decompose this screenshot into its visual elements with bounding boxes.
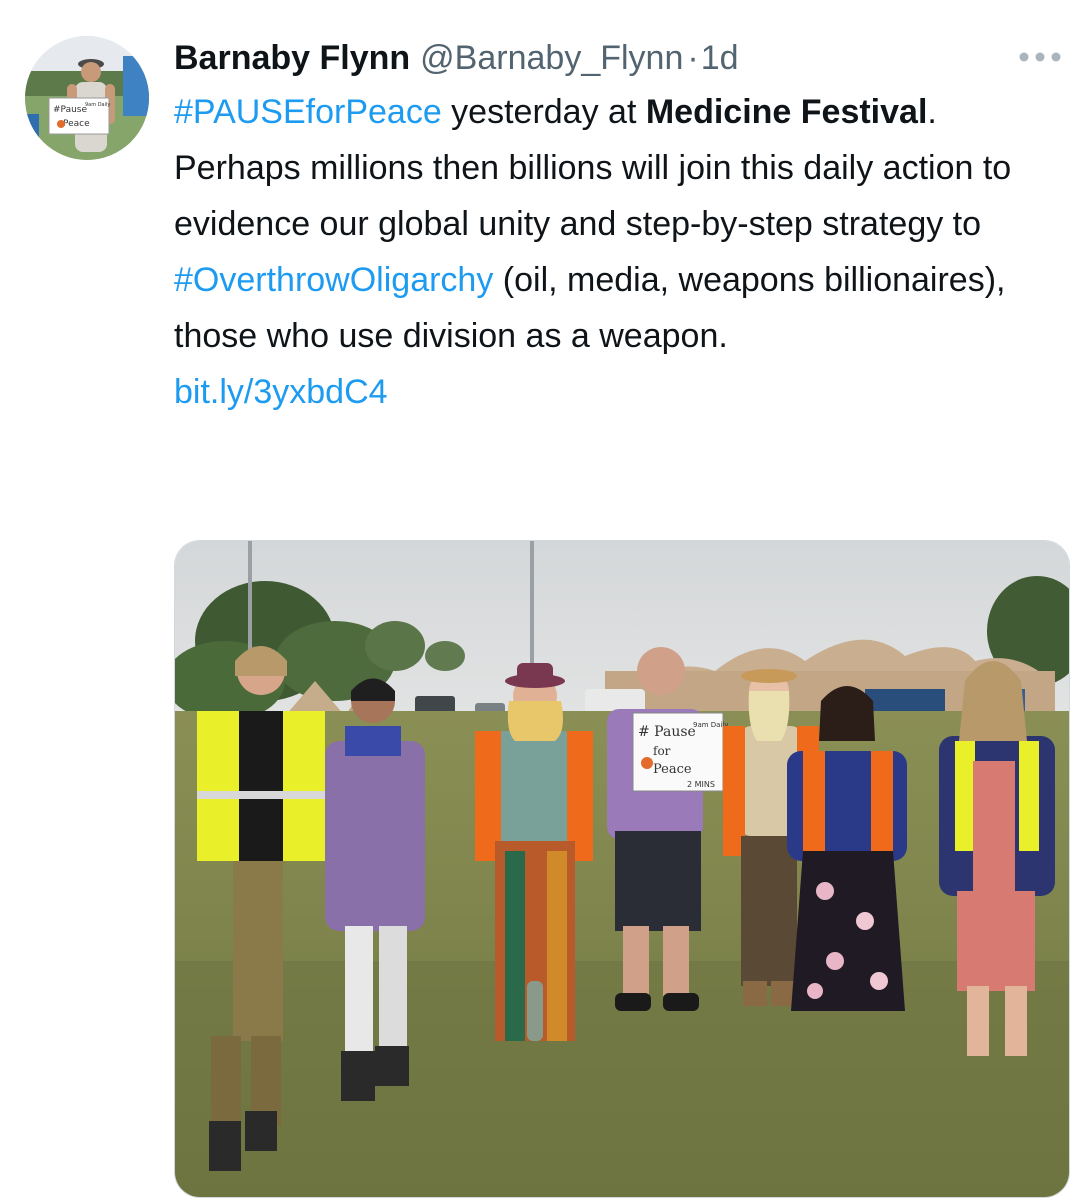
timestamp[interactable]: 1d — [701, 36, 739, 80]
avatar-image: #Pause Peace 9am Daily — [25, 36, 149, 160]
avatar-sign-line-2: Peace — [63, 119, 90, 129]
tweet-text: #PAUSEforPeace yesterday at Medicine Fes… — [174, 84, 1054, 420]
hashtag-overthrowoligarchy[interactable]: #OverthrowOligarchy — [174, 261, 493, 299]
header-separator: · — [687, 39, 699, 77]
tweet-text-segment: Perhaps millions then billions will join… — [174, 149, 1012, 243]
media-photo: # Pause for Peace 9am Daily 2 MINS — [175, 541, 1069, 1197]
display-name[interactable]: Barnaby Flynn — [174, 36, 410, 80]
tweet-text-segment: yesterday at — [441, 93, 646, 131]
sign-line-1: # Pause — [638, 724, 696, 740]
more-button[interactable] — [1014, 42, 1066, 72]
tweet-link[interactable]: bit.ly/3yxbdC4 — [174, 373, 388, 411]
avatar[interactable]: #Pause Peace 9am Daily — [25, 36, 149, 160]
avatar-sign-corner: 9am Daily — [85, 102, 110, 108]
tweet-paragraph-3: bit.ly/3yxbdC4 — [174, 364, 1054, 420]
tweet-text-bold: Medicine Festival — [645, 93, 928, 131]
hashtag-pauseforpeace[interactable]: #PAUSEforPeace — [174, 93, 442, 131]
tweet-paragraph-2: Perhaps millions then billions will join… — [174, 140, 1054, 364]
avatar-sign-line-1: #Pause — [53, 105, 87, 115]
user-handle[interactable]: @Barnaby_Flynn — [420, 36, 683, 80]
sign-line-2: for — [653, 744, 671, 758]
sign-footer: 2 MINS — [687, 780, 715, 789]
tweet-header: Barnaby Flynn @Barnaby_Flynn · 1d — [174, 36, 739, 80]
tweet-text-segment: . — [927, 93, 937, 131]
sign-line-3: Peace — [653, 762, 692, 777]
tweet-media[interactable]: # Pause for Peace 9am Daily 2 MINS — [174, 540, 1070, 1198]
more-horizontal-icon — [1019, 52, 1061, 62]
tweet: #Pause Peace 9am Daily Barnaby Flynn @Ba… — [0, 0, 1080, 1200]
tweet-paragraph-1: #PAUSEforPeace yesterday at Medicine Fes… — [174, 84, 1054, 140]
